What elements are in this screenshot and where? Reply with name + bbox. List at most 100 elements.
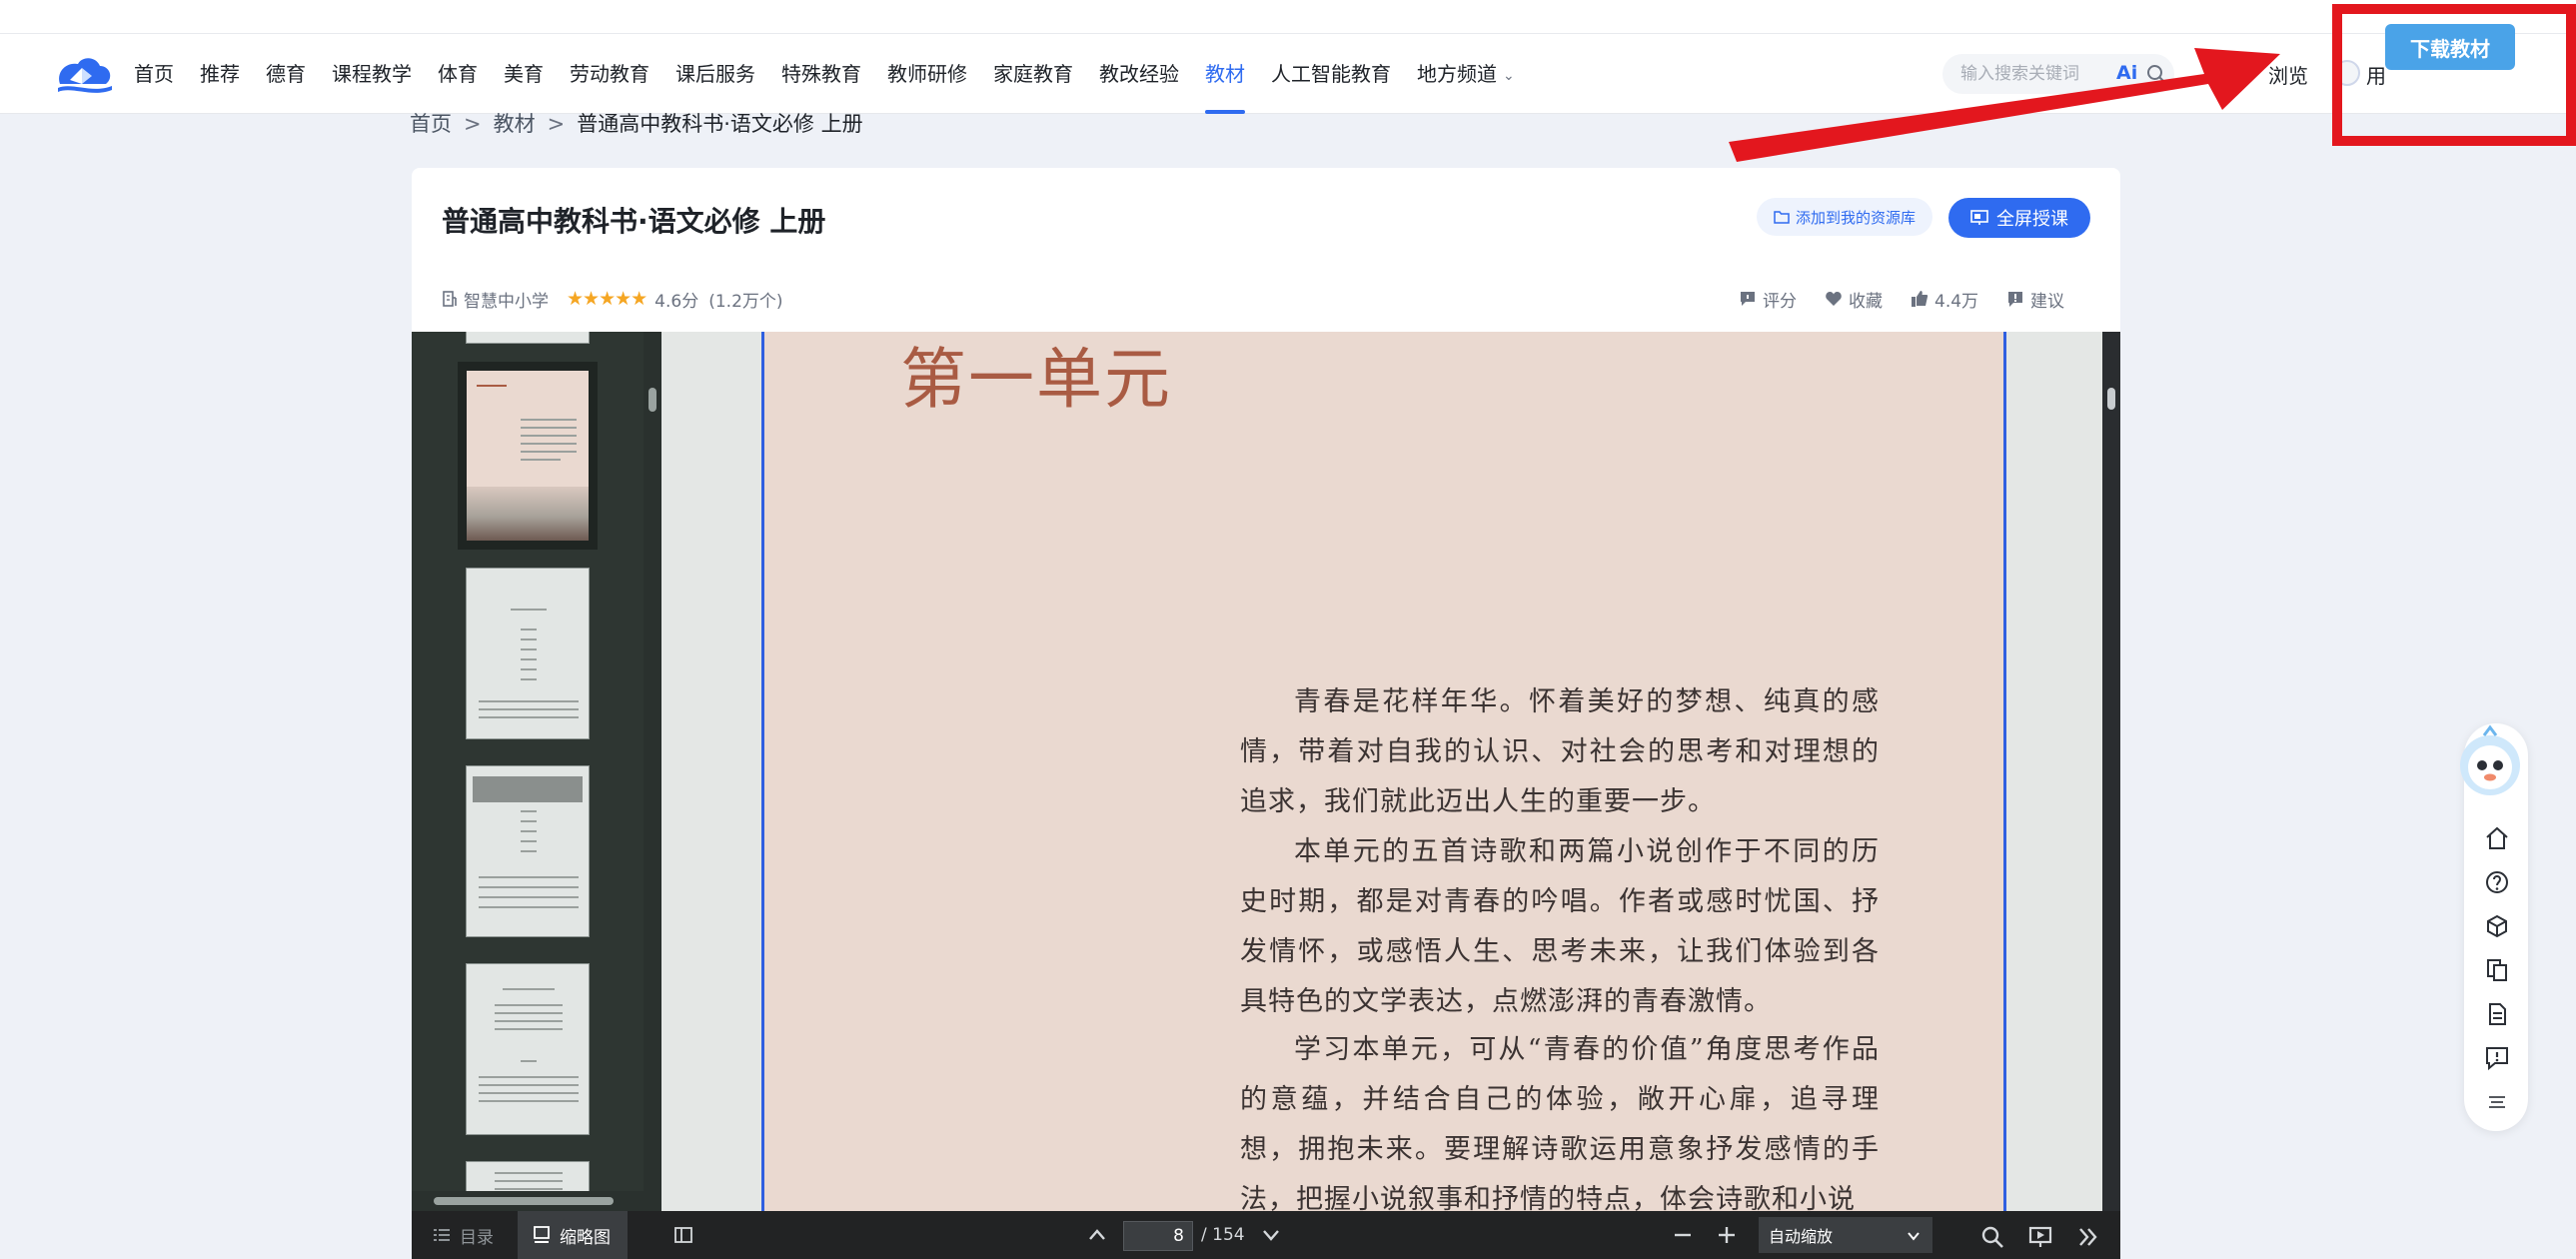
site-header: 首页 推荐 德育 课程教学 体育 美育 劳动教育 课后服务 特殊教育 教师研修 …	[0, 34, 2576, 114]
zoom-select-value: 自动缩放	[1769, 1227, 1834, 1246]
nav-item-labor[interactable]: 劳动教育	[570, 34, 649, 114]
viewer-toolbar: 目录 缩略图 / 154 自动缩放	[412, 1211, 2120, 1259]
nav-item-special[interactable]: 特殊教育	[781, 34, 861, 114]
search-input[interactable]	[1960, 54, 2100, 94]
rate-action[interactable]: 评分	[1739, 287, 1797, 312]
page-paragraph: 本单元的五首诗歌和两篇小说创作于不同的历史时期，都是对青春的吟唱。作者或感时忧国…	[1240, 836, 1880, 1017]
menu-icon[interactable]	[2487, 1089, 2507, 1115]
assistant-mascot-icon[interactable]	[2454, 723, 2526, 803]
presentation-icon	[1970, 210, 1988, 225]
folder-icon	[1774, 211, 1790, 224]
chevron-down-icon	[1908, 1232, 1920, 1241]
page-thumbnail[interactable]	[466, 332, 590, 344]
top-strip	[0, 0, 2576, 34]
browse-link[interactable]: 浏览	[2268, 60, 2308, 89]
nav-item-local[interactable]: 地方频道 ⌄	[1417, 34, 1515, 114]
breadcrumb-current: 普通高中教科书·语文必修 上册	[577, 112, 863, 136]
page-title: 普通高中教科书·语文必修 上册	[442, 205, 826, 238]
zoom-in-icon[interactable]	[1717, 1225, 1737, 1245]
nav-item-home[interactable]: 首页	[134, 34, 174, 114]
user-avatar[interactable]	[2334, 60, 2360, 86]
search-box: Ai	[1942, 54, 2174, 94]
rating-stars: ★★★★★	[567, 288, 647, 310]
ai-search-icon[interactable]: Ai	[2116, 62, 2137, 84]
search-icon[interactable]	[2146, 64, 2166, 84]
building-icon	[443, 291, 457, 307]
sidebar-toggle-icon[interactable]	[673, 1225, 693, 1245]
breadcrumb-section[interactable]: 教材	[494, 112, 536, 136]
breadcrumb-separator: >	[547, 112, 566, 136]
thumbnails-label: 缩略图	[560, 1227, 611, 1248]
nav-item-after-school[interactable]: 课后服务	[675, 34, 755, 114]
favorite-action[interactable]: 收藏	[1825, 287, 1883, 312]
help-icon[interactable]	[2484, 869, 2510, 895]
nav-item-ai-education[interactable]: 人工智能教育	[1271, 34, 1391, 114]
presentation-mode-icon[interactable]	[2028, 1225, 2052, 1249]
book-actions: 评分 收藏 4.4万 建议	[1739, 286, 2064, 312]
zoom-select[interactable]: 自动缩放	[1759, 1217, 1932, 1253]
nav-item-reform[interactable]: 教改经验	[1099, 34, 1179, 114]
nav-item-arts[interactable]: 美育	[504, 34, 544, 114]
add-to-library-button[interactable]: 添加到我的资源库	[1757, 198, 1932, 236]
nav-item-sports[interactable]: 体育	[438, 34, 478, 114]
book-meta: 智慧中小学 ★★★★★ 4.6分 (1.2万个)	[442, 286, 783, 312]
page-canvas: 第一单元 青春是花样年华。怀着美好的梦想、纯真的感情，带着对自我的认识、对社会的…	[661, 332, 2102, 1211]
sidebar-horizontal-scrollbar[interactable]	[412, 1191, 644, 1211]
suggest-action[interactable]: 建议	[2006, 287, 2064, 312]
toc-label: 目录	[460, 1227, 494, 1248]
more-tools-icon[interactable]	[2076, 1225, 2100, 1249]
tab-toc[interactable]: 目录	[432, 1211, 528, 1259]
nav-item-teacher[interactable]: 教师研修	[887, 34, 967, 114]
favorite-label: 收藏	[1849, 291, 1883, 312]
document-icon[interactable]	[2484, 1001, 2510, 1027]
comment-icon	[1741, 292, 1755, 306]
chevron-down-icon: ⌄	[1503, 67, 1515, 84]
list-icon	[434, 1229, 450, 1241]
sidebar-scrollbar[interactable]	[644, 332, 661, 1211]
nav-item-recommend[interactable]: 推荐	[200, 34, 240, 114]
breadcrumb-home[interactable]: 首页	[410, 112, 452, 136]
page-number-input[interactable]	[1123, 1221, 1193, 1251]
site-logo[interactable]	[52, 54, 114, 96]
page-thumbnail[interactable]	[466, 765, 590, 937]
thumbs-up-icon	[1912, 291, 1929, 307]
book-source: 智慧中小学	[464, 291, 549, 312]
page-paragraph: 学习本单元，可从“青春的价值”角度思考作品的意蕴，并结合自己的体验，敞开心扉，追…	[1240, 1034, 1880, 1211]
page-thumbnail-current[interactable]	[458, 362, 598, 550]
rating-score: 4.6分	[654, 291, 699, 312]
page-total: / 154	[1201, 1225, 1245, 1245]
page-scrollbar-thumb[interactable]	[2107, 388, 2115, 410]
fullscreen-teach-button[interactable]: 全屏授课	[1948, 198, 2090, 238]
pdf-page: 第一单元 青春是花样年华。怀着美好的梦想、纯真的感情，带着对自我的认识、对社会的…	[761, 332, 2006, 1211]
like-action[interactable]: 4.4万	[1911, 287, 1978, 312]
breadcrumb-separator: >	[464, 112, 482, 136]
tab-thumbnails[interactable]: 缩略图	[518, 1211, 628, 1259]
report-icon[interactable]	[2484, 1045, 2510, 1071]
sidebar-scrollbar-thumb[interactable]	[648, 388, 656, 412]
thumbnail-sidebar	[412, 332, 661, 1211]
nav-item-family[interactable]: 家庭教育	[993, 34, 1073, 114]
thumbnail-icon	[534, 1226, 550, 1243]
feedback-icon	[2008, 292, 2023, 307]
chevron-down-icon[interactable]	[1261, 1225, 1281, 1245]
home-icon[interactable]	[2484, 825, 2510, 851]
cube-icon[interactable]	[2484, 913, 2510, 939]
page-thumbnail[interactable]	[466, 568, 590, 739]
nav-item-textbook[interactable]: 教材	[1205, 34, 1245, 114]
user-link[interactable]: 用	[2366, 60, 2386, 89]
find-icon[interactable]	[1980, 1225, 2004, 1249]
rate-label: 评分	[1763, 291, 1797, 312]
page-paragraph: 青春是花样年华。怀着美好的梦想、纯真的感情，带着对自我的认识、对社会的思考和对理…	[1240, 686, 1880, 817]
breadcrumb: 首页 > 教材 > 普通高中教科书·语文必修 上册	[410, 108, 863, 138]
zoom-out-icon[interactable]	[1673, 1225, 1693, 1245]
like-count: 4.4万	[1934, 291, 1979, 312]
page-thumbnail[interactable]	[466, 963, 590, 1135]
nav-item-curriculum[interactable]: 课程教学	[332, 34, 412, 114]
copy-icon[interactable]	[2484, 957, 2510, 983]
page-scrollbar[interactable]	[2102, 332, 2120, 1211]
textbook-card: 普通高中教科书·语文必修 上册 添加到我的资源库 全屏授课 智慧中小学 ★★★★…	[412, 168, 2120, 1259]
download-textbook-button[interactable]: 下载教材	[2385, 24, 2515, 70]
sidebar-horizontal-scrollbar-thumb[interactable]	[434, 1197, 614, 1205]
nav-item-moral[interactable]: 德育	[266, 34, 306, 114]
chevron-up-icon[interactable]	[1087, 1225, 1107, 1245]
